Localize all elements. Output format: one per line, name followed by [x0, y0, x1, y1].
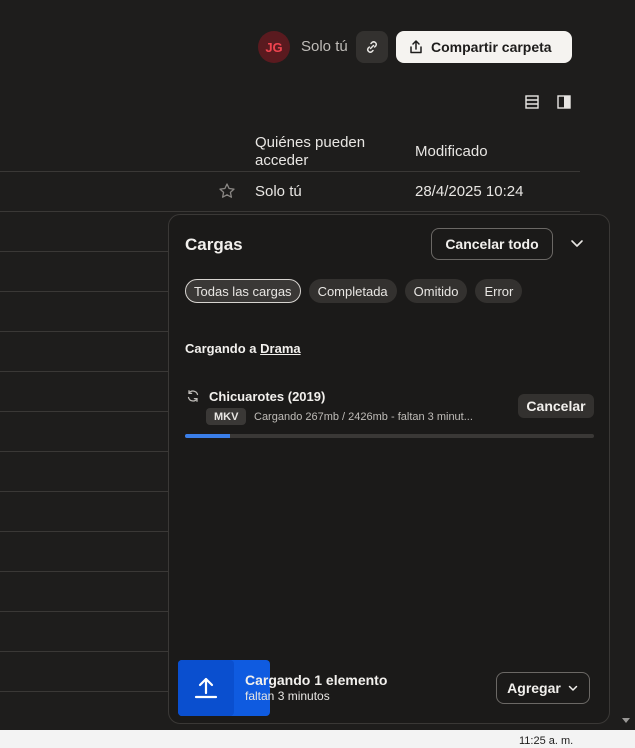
panel-title: Cargas	[185, 235, 243, 254]
destination-prefix: Cargando a	[185, 341, 257, 356]
taskbar-clock[interactable]: 11:25 a. m.	[519, 735, 573, 747]
row-divider	[0, 451, 168, 452]
row-divider	[0, 691, 168, 692]
access-label: Solo tú	[301, 38, 348, 55]
star-icon[interactable]	[218, 182, 236, 200]
uploads-panel: Cargas Cancelar todo Todas las cargas Co…	[168, 214, 610, 724]
upload-summary-subtitle: faltan 3 minutos	[245, 689, 330, 703]
file-type-badge: MKV	[206, 408, 247, 425]
table-row-access: Solo tú	[255, 183, 302, 200]
table-row-modified: 28/4/2025 10:24	[415, 183, 524, 200]
row-divider	[0, 531, 168, 532]
chevron-down-icon[interactable]	[569, 235, 585, 251]
filter-completed[interactable]: Completada	[308, 279, 397, 303]
scroll-down-arrow-icon[interactable]	[622, 718, 630, 723]
side-panel-icon[interactable]	[556, 94, 572, 110]
upload-progress-fill	[185, 434, 230, 438]
scrollbar[interactable]	[618, 0, 635, 730]
filter-error[interactable]: Error	[475, 279, 523, 303]
destination-folder-link[interactable]: Drama	[260, 341, 300, 356]
upload-icon	[194, 677, 218, 699]
upload-summary-title: Cargando 1 elemento	[245, 672, 388, 688]
row-divider	[0, 371, 168, 372]
row-divider	[0, 211, 580, 212]
column-header-access[interactable]: Quiénes pueden acceder	[255, 134, 395, 170]
link-icon	[367, 41, 377, 53]
row-divider	[0, 611, 168, 612]
row-divider	[0, 171, 580, 172]
upload-status-text: Cargando 267mb / 2426mb - faltan 3 minut…	[254, 411, 473, 423]
row-divider	[0, 571, 168, 572]
upload-progress-bar	[185, 434, 594, 438]
row-divider	[0, 411, 168, 412]
row-divider	[0, 651, 168, 652]
add-button[interactable]: Agregar	[496, 672, 590, 704]
column-header-modified[interactable]: Modificado	[415, 143, 488, 161]
filter-skipped[interactable]: Omitido	[404, 279, 468, 303]
row-divider	[0, 291, 168, 292]
share-folder-button[interactable]: Compartir carpeta	[396, 31, 572, 63]
share-icon	[410, 40, 422, 54]
sync-icon	[187, 390, 199, 402]
row-divider	[0, 491, 168, 492]
filter-chips: Todas las cargas Completada Omitido Erro…	[185, 279, 523, 303]
row-divider	[0, 331, 168, 332]
chevron-down-icon	[568, 685, 578, 691]
upload-status-tile	[178, 660, 270, 716]
upload-glyph-box	[178, 660, 234, 716]
cancel-all-button[interactable]: Cancelar todo	[431, 228, 553, 260]
share-folder-label: Compartir carpeta	[431, 39, 552, 55]
list-view-icon[interactable]	[524, 94, 540, 110]
avatar[interactable]: JG	[258, 31, 290, 63]
upload-file-name: Chicuarotes (2019)	[209, 389, 326, 404]
row-divider	[0, 251, 168, 252]
add-label: Agregar	[507, 680, 561, 696]
copy-link-button[interactable]	[356, 31, 388, 63]
cancel-upload-button[interactable]: Cancelar	[518, 394, 594, 418]
upload-destination: Cargando a Drama	[185, 341, 301, 356]
filter-all[interactable]: Todas las cargas	[185, 279, 301, 303]
